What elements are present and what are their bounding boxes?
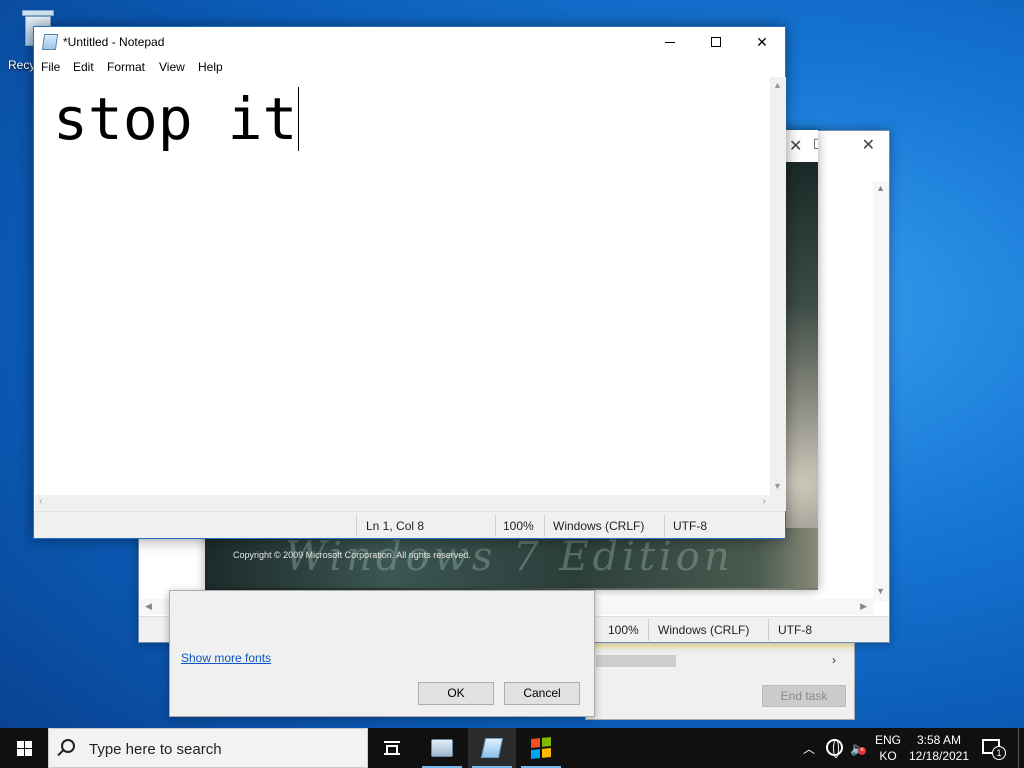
close-icon[interactable]: ✕ <box>789 136 802 156</box>
cancel-button[interactable]: Cancel <box>504 682 580 705</box>
clock-time: 3:58 AM <box>916 733 962 747</box>
maximize-icon[interactable]: ☐ <box>813 136 818 153</box>
network-globe-icon[interactable] <box>826 739 843 758</box>
titlebar[interactable]: *Untitled - Notepad ✕ <box>34 27 785 57</box>
show-hidden-icons-chevron-icon[interactable]: ︿ <box>803 740 815 757</box>
menu-format[interactable]: Format <box>107 60 145 74</box>
windows-logo-icon <box>16 740 32 756</box>
menu-help[interactable]: Help <box>198 60 223 74</box>
taskbar-control-panel[interactable] <box>418 728 466 768</box>
menu-edit[interactable]: Edit <box>73 60 94 74</box>
minimize-icon <box>665 41 675 43</box>
end-task-button[interactable]: End task <box>762 685 846 707</box>
menu-view[interactable]: View <box>159 60 185 74</box>
notepad-icon <box>480 738 504 758</box>
search-box[interactable]: Type here to search <box>48 728 368 768</box>
encoding: UTF-8 <box>778 623 812 637</box>
window-title: *Untitled - Notepad <box>63 35 165 49</box>
task-view-icon <box>384 741 400 755</box>
text-editor[interactable]: stop it <box>35 77 770 495</box>
maximize-icon <box>711 37 721 47</box>
task-view-button[interactable] <box>368 728 416 768</box>
maximize-button[interactable] <box>693 27 739 57</box>
editor-content: stop it <box>53 85 298 153</box>
encoding: UTF-8 <box>673 519 707 533</box>
scroll-right-icon[interactable]: ▶ <box>860 601 867 612</box>
search-placeholder: Type here to search <box>89 741 222 758</box>
input-language-primary: ENG <box>874 733 901 747</box>
horizontal-scrollbar[interactable]: ‹ › <box>35 495 770 511</box>
notepad-window[interactable]: *Untitled - Notepad ✕ File Edit Format V… <box>33 26 786 539</box>
show-desktop-button[interactable] <box>1018 728 1024 768</box>
taskbar: Type here to search ︿ 🔈× ENG KO 3:58 AM … <box>0 728 1024 768</box>
scroll-left-icon[interactable]: ◀ <box>145 601 152 612</box>
windows-flag-icon <box>531 736 551 760</box>
vertical-scrollbar[interactable]: ▲ ▼ <box>770 77 786 495</box>
search-icon <box>61 739 75 753</box>
text-caret <box>298 87 300 151</box>
show-more-fonts-link[interactable]: Show more fonts <box>181 651 271 665</box>
scroll-up-icon[interactable]: ▲ <box>876 183 885 193</box>
clock-date: 12/18/2021 <box>908 749 970 763</box>
font-dialog: Show more fonts OK Cancel <box>169 590 595 717</box>
menu-bar: File Edit Format View Help <box>34 57 785 77</box>
volume-muted-icon[interactable]: 🔈× <box>850 741 866 757</box>
line-ending: Windows (CRLF) <box>553 519 645 533</box>
start-button[interactable] <box>0 728 48 768</box>
notepad-app-icon <box>41 34 59 50</box>
scroll-right-icon[interactable]: › <box>763 496 766 507</box>
task-manager-window: › End task <box>585 632 855 720</box>
close-icon[interactable]: ✕ <box>862 135 875 155</box>
menu-file[interactable]: File <box>41 60 60 74</box>
input-language[interactable]: ENG KO <box>874 732 902 764</box>
taskbar-windows-app[interactable] <box>517 728 565 768</box>
line-ending: Windows (CRLF) <box>658 623 750 637</box>
scroll-down-icon[interactable]: ▼ <box>876 586 885 596</box>
vertical-scrollbar[interactable] <box>873 181 889 601</box>
scrollbar-corner <box>770 495 786 511</box>
scroll-right-icon[interactable]: › <box>832 653 836 667</box>
close-icon: ✕ <box>756 33 768 50</box>
copyright-text: Copyright © 2009 Microsoft Corporation. … <box>233 550 471 560</box>
control-panel-icon <box>431 739 453 757</box>
clock[interactable]: 3:58 AM 12/18/2021 <box>908 732 970 764</box>
scroll-down-icon[interactable]: ▼ <box>773 481 782 491</box>
scroll-left-icon[interactable]: ‹ <box>39 496 42 507</box>
input-language-secondary: KO <box>879 749 897 763</box>
scrollbar-thumb[interactable] <box>596 655 676 667</box>
zoom-level: 100% <box>608 623 639 637</box>
ok-button[interactable]: OK <box>418 682 494 705</box>
notification-count-badge: 1 <box>992 746 1006 760</box>
minimize-button[interactable] <box>647 27 693 57</box>
scroll-up-icon[interactable]: ▲ <box>773 80 782 90</box>
close-button[interactable]: ✕ <box>739 27 785 57</box>
zoom-level: 100% <box>503 519 534 533</box>
cursor-position: Ln 1, Col 8 <box>366 519 425 533</box>
status-bar: Ln 1, Col 8 100% Windows (CRLF) UTF-8 <box>34 511 785 538</box>
action-center-button[interactable]: 1 <box>982 739 1006 760</box>
taskbar-notepad[interactable] <box>468 728 516 768</box>
